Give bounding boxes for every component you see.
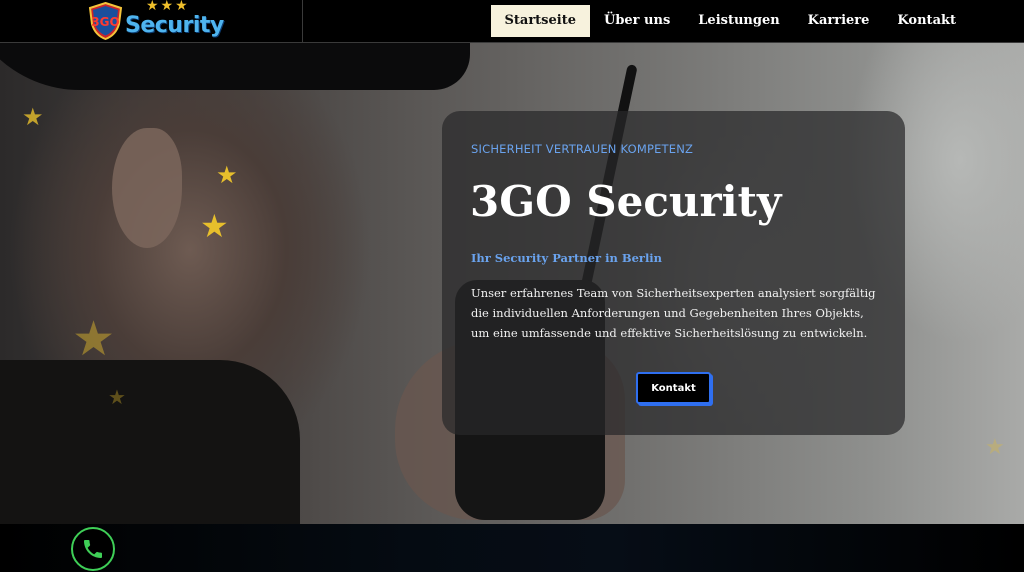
- shoulder-shape: [0, 360, 300, 530]
- nav-item-startseite[interactable]: Startseite: [490, 5, 590, 37]
- logo-wordmark: Security: [125, 13, 224, 38]
- kontakt-button[interactable]: Kontakt: [636, 372, 711, 404]
- phone-call-button[interactable]: [71, 527, 115, 571]
- nav-item-leistungen[interactable]: Leistungen: [684, 5, 793, 37]
- ear-shape: [112, 128, 182, 248]
- star-icon: ★: [200, 207, 229, 245]
- hero-title: 3GO Security: [470, 177, 782, 226]
- nav-item-kontakt[interactable]: Kontakt: [883, 5, 970, 37]
- hero-card: SICHERHEIT VERTRAUEN KOMPETENZ 3GO Secur…: [442, 111, 905, 435]
- shield-logo-icon: 3GO: [88, 2, 123, 40]
- header-divider: [302, 0, 303, 42]
- star-icon: ★: [108, 385, 126, 409]
- bottom-bar: [0, 524, 1024, 572]
- logo-stars: ★★★: [146, 0, 190, 14]
- main-nav: Startseite Über uns Leistungen Karriere …: [490, 5, 971, 37]
- site-header: 3GO ★★★ Security Startseite Über uns Lei…: [0, 0, 1024, 43]
- star-icon: ★: [985, 435, 1005, 460]
- hero-kicker: SICHERHEIT VERTRAUEN KOMPETENZ: [471, 142, 694, 156]
- star-icon: ★: [72, 311, 116, 367]
- nav-item-karriere[interactable]: Karriere: [794, 5, 884, 37]
- hero-description: Unser erfahrenes Team von Sicherheitsexp…: [471, 286, 876, 340]
- star-icon: ★: [22, 103, 44, 131]
- page: ★ ★ ★ ★ ★ ★ 3GO ★★★ Security Startseite …: [0, 0, 1024, 572]
- nav-item-ueber-uns[interactable]: Über uns: [590, 5, 684, 37]
- logo[interactable]: 3GO ★★★ Security: [88, 0, 224, 41]
- hero-subtitle: Ihr Security Partner in Berlin: [471, 251, 663, 265]
- star-icon: ★: [216, 161, 238, 189]
- phone-icon: [84, 540, 102, 558]
- logo-badge-text: 3GO: [91, 15, 119, 29]
